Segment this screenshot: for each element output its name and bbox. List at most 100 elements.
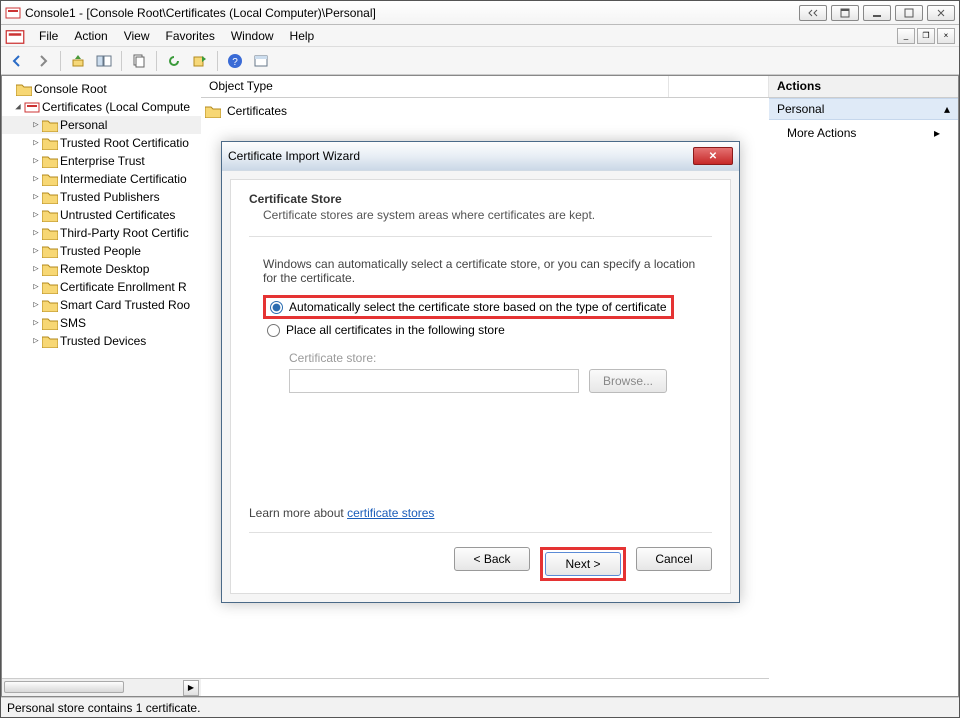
back-button[interactable] — [5, 50, 29, 72]
show-hide-tree-button[interactable] — [92, 50, 116, 72]
tree-node-label: Trusted People — [60, 244, 141, 258]
menu-view[interactable]: View — [116, 27, 158, 45]
folder-icon — [42, 315, 58, 331]
actions-pane: Actions Personal ▴ More Actions ▸ — [769, 75, 959, 697]
import-wizard-dialog: Certificate Import Wizard ✕ Certificate … — [221, 141, 740, 603]
list-col-objecttype[interactable]: Object Type — [201, 76, 669, 97]
list-header: Object Type — [201, 76, 769, 98]
options-button[interactable] — [249, 50, 273, 72]
forward-button[interactable] — [31, 50, 55, 72]
tree-node-intermediate-certificatio[interactable]: ▷Intermediate Certificatio — [2, 170, 201, 188]
expand-icon[interactable]: ▷ — [30, 264, 42, 274]
tree-hscrollbar[interactable]: ▶ — [2, 678, 201, 696]
menu-action[interactable]: Action — [66, 27, 115, 45]
folder-icon — [42, 153, 58, 169]
tree-node-label: Trusted Devices — [60, 334, 146, 348]
back-button[interactable]: < Back — [454, 547, 530, 571]
tree-node-certificate-enrollment-r[interactable]: ▷ Certificate Enrollment R — [2, 278, 201, 296]
expand-icon[interactable]: ▷ — [30, 336, 42, 346]
place-all-block: Place all certificates in the following … — [267, 323, 694, 337]
auto-select-highlight: Automatically select the certificate sto… — [263, 295, 674, 319]
folder-icon — [42, 171, 58, 187]
tree-node-third-party-root-certific[interactable]: ▷Third-Party Root Certific — [2, 224, 201, 242]
learn-link[interactable]: certificate stores — [347, 506, 434, 520]
tree-node-enterprise-trust[interactable]: ▷ Enterprise Trust — [2, 152, 201, 170]
copy-button[interactable] — [127, 50, 151, 72]
tree-node-label: Remote Desktop — [60, 262, 149, 276]
tree-node-trusted-devices[interactable]: ▷ Trusted Devices — [2, 332, 201, 350]
dialog-title: Certificate Import Wizard — [228, 149, 693, 163]
status-bar: Personal store contains 1 certificate. — [1, 697, 959, 717]
radio-auto-label: Automatically select the certificate sto… — [289, 300, 667, 314]
folder-icon — [42, 207, 58, 223]
menubar: File Action View Favorites Window Help _… — [1, 25, 959, 47]
winbtn-prev[interactable] — [799, 5, 827, 21]
tree-node-trusted-people[interactable]: ▷ Trusted People — [2, 242, 201, 260]
expand-icon[interactable]: ▷ — [30, 174, 42, 184]
tree-node-trusted-publishers[interactable]: ▷Trusted Publishers — [2, 188, 201, 206]
winbtn-next[interactable] — [831, 5, 859, 21]
tree-node-smart-card-trusted-roo[interactable]: ▷ Smart Card Trusted Roo — [2, 296, 201, 314]
tree-pane: Console Root ◢ Certificates (Local Compu… — [1, 75, 201, 697]
expand-icon[interactable]: ▷ — [30, 246, 42, 256]
help-button[interactable]: ? — [223, 50, 247, 72]
list-item[interactable]: Certificates — [205, 102, 765, 120]
tree-node-untrusted-certificates[interactable]: ▷Untrusted Certificates — [2, 206, 201, 224]
actions-title: Actions — [769, 76, 958, 98]
expand-icon[interactable]: ▷ — [30, 138, 42, 148]
collapse-icon[interactable]: ◢ — [12, 102, 24, 112]
expand-icon[interactable]: ▷ — [30, 318, 42, 328]
cancel-button[interactable]: Cancel — [636, 547, 712, 571]
learn-more: Learn more about certificate stores — [249, 506, 712, 520]
browse-button: Browse... — [589, 369, 667, 393]
up-button[interactable] — [66, 50, 90, 72]
folder-icon — [16, 81, 32, 97]
expand-icon[interactable]: ▷ — [30, 300, 42, 310]
dialog-close-button[interactable]: ✕ — [693, 147, 733, 165]
minimize-button[interactable] — [863, 5, 891, 21]
expand-icon[interactable]: ▷ — [30, 282, 42, 292]
window-title: Console1 - [Console Root\Certificates (L… — [25, 6, 799, 20]
radio-place-all[interactable] — [267, 324, 280, 337]
tree-certificates-label: Certificates (Local Compute — [42, 100, 190, 114]
toolbar: ? — [1, 47, 959, 75]
folder-icon — [42, 189, 58, 205]
tree-node-label: Certificate Enrollment R — [60, 280, 187, 294]
tree-root[interactable]: Console Root — [2, 80, 201, 98]
tree-node-label: Smart Card Trusted Roo — [60, 298, 190, 312]
tree-node-label: Enterprise Trust — [60, 154, 145, 168]
export-button[interactable] — [188, 50, 212, 72]
tree-node-trusted-root-certificatio[interactable]: ▷ Trusted Root Certificatio — [2, 134, 201, 152]
folder-icon — [42, 297, 58, 313]
expand-icon[interactable]: ▷ — [30, 228, 42, 238]
tree-certificates[interactable]: ◢ Certificates (Local Compute — [2, 98, 201, 116]
folder-icon — [42, 117, 58, 133]
tree-node-label: Trusted Root Certificatio — [60, 136, 189, 150]
radio-place-label: Place all certificates in the following … — [286, 323, 505, 337]
mdi-close[interactable]: × — [937, 28, 955, 44]
chevron-right-icon: ▸ — [934, 126, 940, 140]
tree-node-remote-desktop[interactable]: ▷ Remote Desktop — [2, 260, 201, 278]
menu-window[interactable]: Window — [223, 27, 282, 45]
action-more-actions[interactable]: More Actions ▸ — [769, 120, 958, 146]
maximize-button[interactable] — [895, 5, 923, 21]
tree-root-label: Console Root — [34, 82, 107, 96]
expand-icon[interactable]: ▷ — [30, 156, 42, 166]
mdi-restore[interactable]: ❐ — [917, 28, 935, 44]
tree-node-personal[interactable]: ▷Personal — [2, 116, 201, 134]
menu-favorites[interactable]: Favorites — [158, 27, 223, 45]
tree-node-sms[interactable]: ▷SMS — [2, 314, 201, 332]
close-button[interactable] — [927, 5, 955, 21]
next-button[interactable]: Next > — [545, 552, 621, 576]
refresh-button[interactable] — [162, 50, 186, 72]
next-highlight: Next > — [540, 547, 626, 581]
mdi-minimize[interactable]: _ — [897, 28, 915, 44]
expand-icon[interactable]: ▷ — [30, 120, 42, 130]
menu-help[interactable]: Help — [282, 27, 323, 45]
actions-scope[interactable]: Personal ▴ — [769, 98, 958, 120]
folder-icon — [42, 261, 58, 277]
expand-icon[interactable]: ▷ — [30, 192, 42, 202]
radio-auto-select[interactable] — [270, 301, 283, 314]
menu-file[interactable]: File — [31, 27, 66, 45]
expand-icon[interactable]: ▷ — [30, 210, 42, 220]
